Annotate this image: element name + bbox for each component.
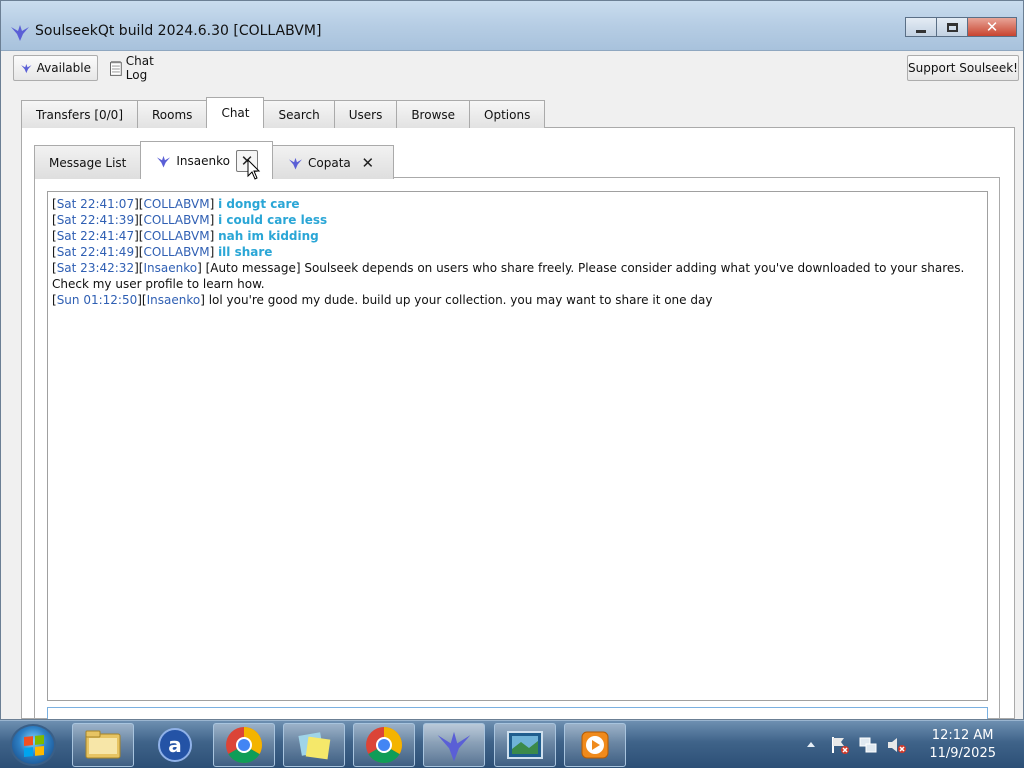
chat-message: [Sat 22:41:47][COLLABVM] nah im kidding (52, 228, 983, 244)
action-center-icon[interactable] (830, 735, 850, 755)
tab-options[interactable]: Options (469, 100, 546, 128)
window-title: SoulseekQt build 2024.6.30 [COLLABVM] (35, 23, 322, 39)
message-username[interactable]: COLLABVM (143, 245, 209, 259)
chat-message: [Sat 22:41:39][COLLABVM] i could care le… (52, 212, 983, 228)
taskbar-media-player[interactable] (564, 723, 626, 767)
message-timestamp: Sun 01:12:50 (56, 293, 138, 307)
clock-date: 11/9/2025 (929, 746, 996, 761)
subtab-copata[interactable]: Copata ✕ (272, 145, 394, 179)
network-icon[interactable] (858, 735, 878, 755)
toolbar: Available Chat Log Support Soulseek! (1, 53, 1023, 87)
message-username[interactable]: COLLABVM (143, 213, 209, 227)
show-hidden-icons-icon[interactable] (806, 740, 816, 748)
notepad-icon (110, 60, 122, 76)
message-timestamp: Sat 22:41:07 (56, 197, 135, 211)
message-text: i could care less (218, 213, 328, 227)
message-username[interactable]: COLLABVM (143, 229, 209, 243)
mouse-cursor-icon (247, 159, 261, 180)
message-username[interactable]: Insaenko (147, 293, 201, 307)
message-text: ill share (218, 245, 273, 259)
taskbar-media-center[interactable] (494, 723, 556, 767)
chat-log-label: Chat Log (125, 54, 154, 82)
message-text: i dongt care (218, 197, 300, 211)
taskbar-avast[interactable]: a (144, 723, 206, 767)
bracket-text: ] (197, 261, 206, 275)
sticky-notes-icon (298, 732, 331, 760)
message-text: lol you're good my dude. build up your c… (208, 293, 713, 307)
taskbar-chrome-2[interactable] (353, 723, 415, 767)
message-timestamp: Sat 22:41:49 (56, 245, 135, 259)
status-available-button[interactable]: Available (13, 55, 98, 81)
message-text: nah im kidding (218, 229, 319, 243)
subtab-message-list-label: Message List (49, 155, 127, 170)
taskbar: a 12:12 AM 11/9/2025 (0, 720, 1024, 768)
message-username[interactable]: COLLABVM (143, 197, 209, 211)
bracket-text: ] (209, 229, 219, 243)
subtab-message-list[interactable]: Message List (34, 145, 142, 179)
minimize-icon (916, 29, 926, 33)
soulseek-bird-icon (157, 155, 171, 168)
clock[interactable]: 12:12 AM 11/9/2025 (929, 727, 996, 763)
bracket-text: ] (209, 213, 219, 227)
minimize-button[interactable] (905, 17, 937, 37)
chat-message: [Sat 22:41:49][COLLABVM] ill share (52, 244, 983, 260)
chat-message: [Sat 22:41:07][COLLABVM] i dongt care (52, 196, 983, 212)
tab-chat[interactable]: Chat (206, 97, 265, 128)
taskbar-soulseek[interactable] (423, 723, 485, 767)
bracket-text: ] (209, 197, 219, 211)
tab-users[interactable]: Users (333, 100, 398, 128)
chat-message: [Sat 23:42:32][Insaenko] [Auto message] … (52, 260, 983, 292)
system-tray: 12:12 AM 11/9/2025 (794, 721, 1024, 768)
tab-browse[interactable]: Browse (396, 100, 471, 128)
taskbar-sticky-notes[interactable] (283, 723, 345, 767)
chat-message: [Sun 01:12:50][Insaenko] lol you're good… (52, 292, 983, 308)
tab-rooms[interactable]: Rooms (137, 100, 208, 128)
volume-muted-icon[interactable] (886, 735, 908, 755)
close-icon: ✕ (985, 18, 999, 36)
app-window: SoulseekQt build 2024.6.30 [COLLABVM] ✕ … (0, 0, 1024, 720)
subtab-copata-label: Copata (308, 155, 351, 170)
message-username[interactable]: Insaenko (143, 261, 197, 275)
soulseek-bird-icon (21, 63, 32, 74)
message-timestamp: Sat 22:41:39 (56, 213, 135, 227)
support-soulseek-button[interactable]: Support Soulseek! (907, 55, 1019, 81)
chat-log-button[interactable]: Chat Log (103, 54, 185, 82)
chrome-icon (226, 727, 263, 764)
bracket-text: ][ (137, 293, 147, 307)
bracket-text: ] (200, 293, 209, 307)
chat-log-area[interactable]: [Sat 22:41:07][COLLABVM] i dongt care [Sa… (47, 191, 988, 701)
windows-logo-icon (24, 734, 44, 758)
main-tab-bar: Transfers [0/0] Rooms Chat Search Users … (21, 97, 546, 128)
soulseek-bird-icon (288, 157, 303, 170)
soulseek-bird-icon (11, 25, 29, 41)
tab-transfers[interactable]: Transfers [0/0] (21, 100, 138, 128)
start-button[interactable] (10, 724, 56, 766)
bracket-text: ] (209, 245, 219, 259)
explorer-icon (85, 730, 121, 759)
maximize-button[interactable] (936, 17, 968, 37)
tab-search[interactable]: Search (263, 100, 335, 128)
media-player-icon (581, 731, 609, 759)
soulseek-icon (437, 731, 471, 762)
close-window-button[interactable]: ✕ (967, 17, 1017, 37)
chrome-icon (366, 727, 403, 764)
taskbar-explorer[interactable] (72, 723, 134, 767)
subtab-insaenko-label: Insaenko (176, 153, 230, 168)
chat-sub-tab-bar: Message List Insaenko ✕ Copata ✕ (34, 139, 394, 179)
taskbar-chrome-1[interactable] (213, 723, 275, 767)
message-timestamp: Sat 23:42:32 (56, 261, 135, 275)
available-label: Available (36, 61, 91, 75)
message-timestamp: Sat 22:41:47 (56, 229, 135, 243)
avast-icon: a (158, 728, 192, 762)
media-center-icon (507, 731, 543, 759)
clock-time: 12:12 AM (931, 728, 994, 743)
chat-message-input[interactable] (47, 707, 988, 719)
close-tab-icon[interactable]: ✕ (357, 152, 379, 174)
title-bar[interactable]: SoulseekQt build 2024.6.30 [COLLABVM] ✕ (1, 1, 1023, 51)
maximize-icon (946, 22, 958, 32)
svg-text:a: a (168, 733, 182, 757)
